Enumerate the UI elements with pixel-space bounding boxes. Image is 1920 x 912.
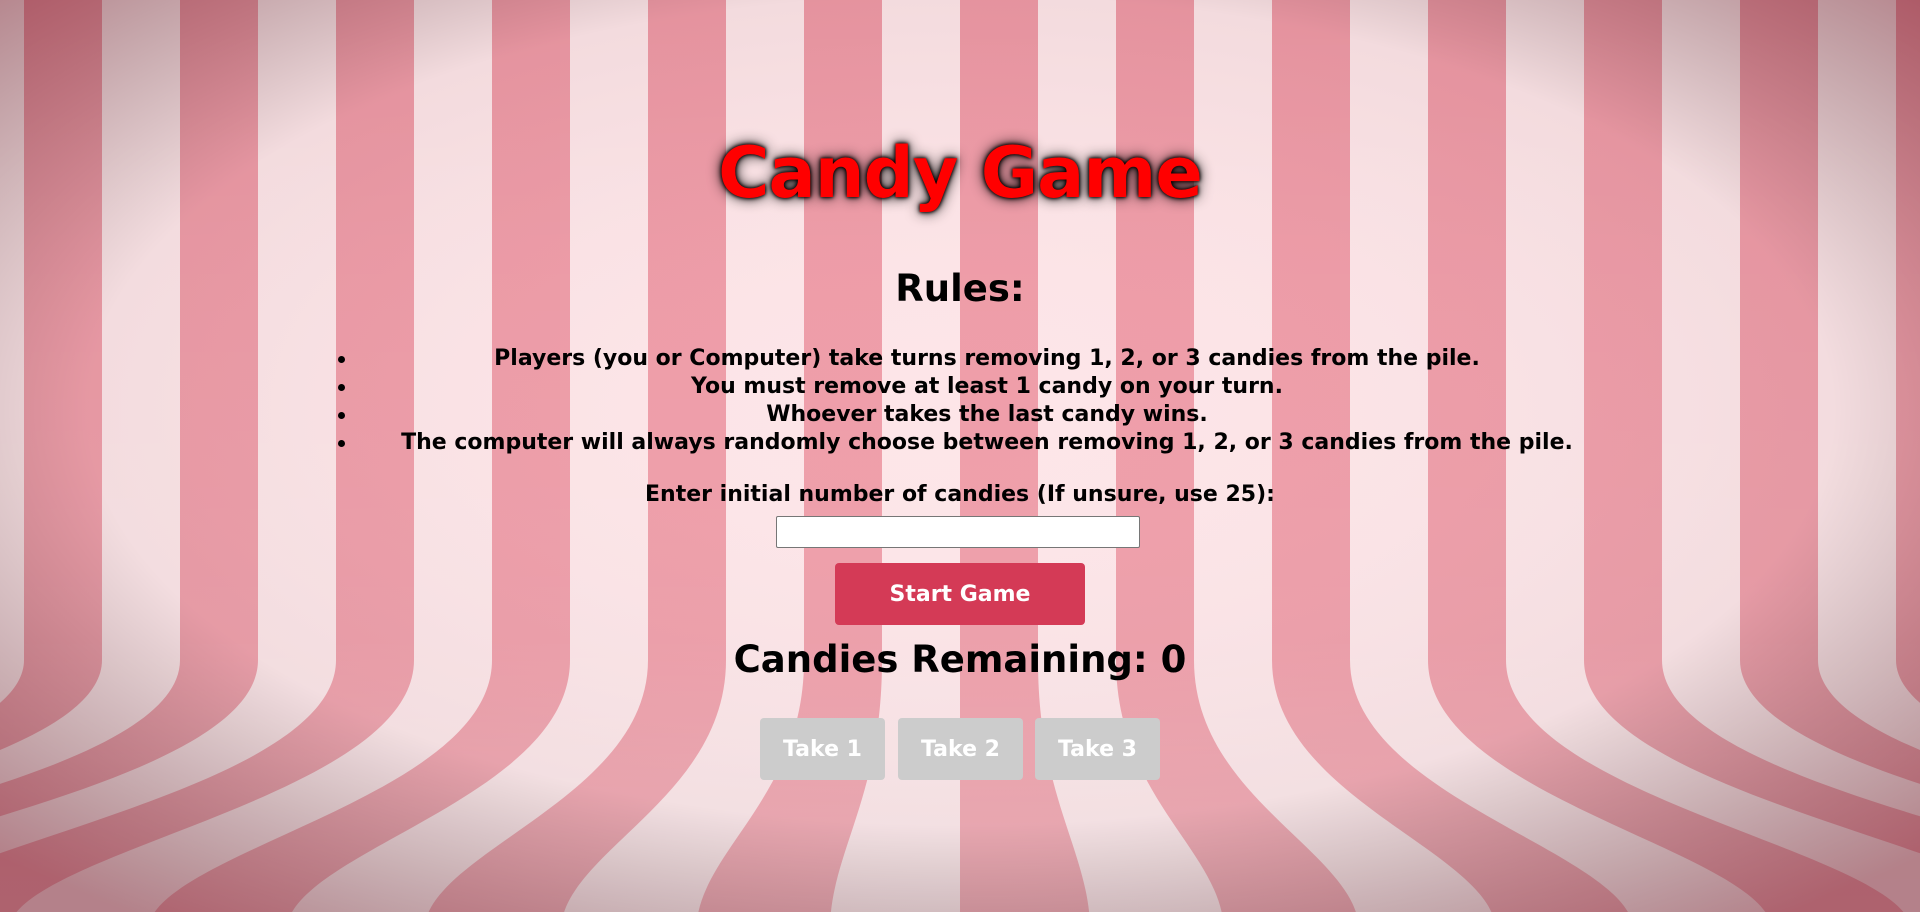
rule-item: The computer will always randomly choose… — [338, 429, 1617, 457]
bullet-icon — [338, 412, 345, 419]
start-game-button[interactable]: Start Game — [835, 563, 1085, 625]
rule-text: The computer will always randomly choose… — [401, 430, 1573, 455]
initial-candies-label: Enter initial number of candies (If unsu… — [645, 482, 1275, 507]
initial-candies-input[interactable] — [776, 516, 1140, 548]
rules-list: Players (you or Computer) take turns rem… — [338, 345, 1617, 457]
bullet-icon — [338, 356, 345, 363]
bullet-icon — [338, 440, 345, 447]
rule-text: Players (you or Computer) take turns rem… — [494, 346, 1480, 371]
rule-item: You must remove at least 1 candy on your… — [338, 373, 1617, 401]
take-1-button[interactable]: Take 1 — [760, 718, 885, 780]
rules-heading: Rules: — [895, 267, 1025, 310]
rule-text: You must remove at least 1 candy on your… — [691, 374, 1283, 399]
take-2-button[interactable]: Take 2 — [898, 718, 1023, 780]
take-3-button[interactable]: Take 3 — [1035, 718, 1160, 780]
game-title: Candy Game — [718, 132, 1203, 214]
rule-text: Whoever takes the last candy wins. — [766, 402, 1208, 427]
candy-game-page: Candy Game Rules: Players (you or Comput… — [0, 0, 1920, 912]
candies-remaining: Candies Remaining: 0 — [733, 638, 1187, 681]
bullet-icon — [338, 384, 345, 391]
rule-item: Whoever takes the last candy wins. — [338, 401, 1617, 429]
rule-item: Players (you or Computer) take turns rem… — [338, 345, 1617, 373]
